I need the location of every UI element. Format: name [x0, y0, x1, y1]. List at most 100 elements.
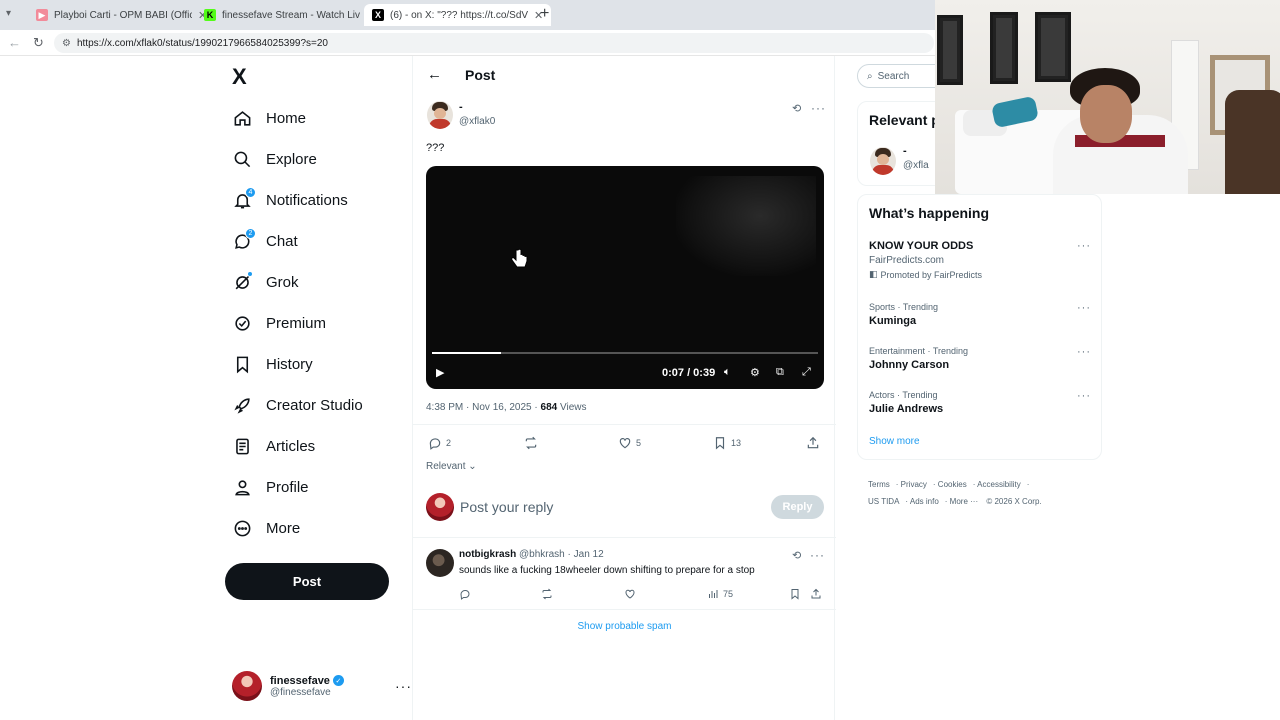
trend-more-icon[interactable]: ···: [1077, 346, 1091, 358]
footer-link[interactable]: More ···: [950, 497, 978, 506]
sidebar-item-profile[interactable]: Profile: [232, 472, 309, 502]
post-header: ← Post: [413, 56, 836, 96]
sidebar-item-chat[interactable]: 2 Chat: [232, 226, 298, 256]
fullscreen-icon[interactable]: ⤢: [802, 366, 811, 379]
sidebar-item-label: Chat: [266, 232, 298, 250]
grok-explain-icon[interactable]: ⟲: [792, 102, 801, 115]
reply-composer: Post your reply Reply: [426, 493, 824, 523]
browser-tab-3[interactable]: X (6) - on X: "??? https://t.co/SdVEx ✕: [364, 4, 552, 26]
sidebar-item-premium[interactable]: Premium: [232, 308, 326, 338]
tab-list-chevron-icon[interactable]: ▾: [6, 8, 11, 19]
footer-link[interactable]: Accessibility: [977, 480, 1021, 489]
comment-share-button[interactable]: [810, 588, 822, 600]
trend-item[interactable]: Entertainment · Trending Johnny Carson ·…: [869, 346, 1091, 371]
account-switcher[interactable]: finessefave ✓ @finessefave ···: [232, 670, 411, 702]
sidebar-item-history[interactable]: History: [232, 349, 313, 379]
url-field[interactable]: ⚙ https://x.com/xflak0/status/1990217966…: [54, 33, 934, 53]
youtube-favicon-icon: ▶: [36, 9, 48, 21]
sidebar-item-grok[interactable]: Grok: [232, 267, 299, 297]
divider: [413, 537, 836, 538]
show-more-link[interactable]: Show more: [869, 436, 920, 447]
share-button[interactable]: [806, 436, 820, 450]
picture-in-picture-icon[interactable]: ⧉: [776, 366, 784, 379]
reply-input[interactable]: Post your reply: [460, 499, 553, 515]
volume-icon[interactable]: 🔈︎: [724, 366, 731, 379]
author-avatar[interactable]: [427, 101, 453, 129]
trend-more-icon[interactable]: ···: [1077, 390, 1091, 402]
video-frame: [676, 176, 816, 276]
post-author: - @xflak0 ⟲ ···: [427, 101, 826, 131]
promoted-label: ◧ Promoted by FairPredicts: [869, 269, 1091, 280]
account-more-icon[interactable]: ···: [395, 678, 412, 694]
sidebar-item-explore[interactable]: Explore: [232, 144, 317, 174]
footer-link[interactable]: US TIDA: [868, 497, 899, 506]
video-progress-bar[interactable]: [432, 352, 818, 354]
tab-title: finessefave Stream - Watch Live on: [222, 9, 360, 21]
trend-more-icon[interactable]: ···: [1077, 302, 1091, 314]
reload-icon[interactable]: ↻: [33, 35, 44, 51]
sidebar-item-creator-studio[interactable]: Creator Studio: [232, 390, 363, 420]
sidebar-item-articles[interactable]: Articles: [232, 431, 315, 461]
new-tab-button[interactable]: +: [540, 5, 549, 23]
trend-item[interactable]: Actors · Trending Julie Andrews ···: [869, 390, 1091, 415]
list-item[interactable]: notbigkrash @bhkrash · Jan 12 ⟲ ··· soun…: [426, 548, 825, 609]
reply-sort-dropdown[interactable]: Relevant ⌄: [426, 461, 477, 472]
trend-title: Johnny Carson: [869, 359, 950, 371]
sidebar-item-more[interactable]: More: [232, 513, 300, 543]
like-button[interactable]: 5: [618, 436, 641, 450]
trend-item[interactable]: KNOW YOUR ODDS FairPredicts.com ◧ Promote…: [869, 240, 1091, 280]
sidebar-item-home[interactable]: Home: [232, 103, 306, 133]
commenter-name[interactable]: notbigkrash: [459, 549, 516, 560]
webcam-chair: [1225, 90, 1280, 194]
footer-link[interactable]: Privacy: [901, 480, 927, 489]
x-logo-icon[interactable]: X: [232, 64, 247, 90]
copyright: © 2026 X Corp.: [986, 497, 1042, 506]
bookmark-button[interactable]: 13: [713, 436, 741, 450]
comment-bookmark-button[interactable]: [789, 588, 801, 600]
reply-icon: [429, 438, 441, 450]
sidebar-item-notifications[interactable]: 4 Notifications: [232, 185, 348, 215]
post-meta: 4:38 PM · Nov 16, 2025 · 684 Views: [426, 402, 586, 413]
repost-button[interactable]: [524, 436, 542, 450]
comment-reply-button[interactable]: [459, 588, 471, 600]
footer-link[interactable]: Ads info: [910, 497, 939, 506]
browser-tab-1[interactable]: ▶ Playboi Carti - OPM BABI (Official ✕: [28, 4, 215, 26]
footer-link[interactable]: Terms: [868, 480, 890, 489]
commenter-avatar[interactable]: [426, 549, 454, 577]
site-info-icon[interactable]: ⚙: [62, 38, 71, 49]
relevant-user-avatar[interactable]: [870, 147, 896, 175]
back-icon[interactable]: ←: [8, 35, 21, 50]
show-probable-spam-link[interactable]: Show probable spam: [413, 621, 836, 632]
author-name[interactable]: -: [459, 101, 463, 113]
back-arrow-icon[interactable]: ←: [427, 66, 442, 83]
trend-category: Entertainment · Trending: [869, 346, 969, 356]
sidebar-item-label: Home: [266, 109, 307, 127]
post-text: ???: [426, 142, 445, 154]
author-handle[interactable]: @xflak0: [459, 116, 495, 127]
comment-views-button[interactable]: 75: [707, 588, 733, 600]
comment-more-icon[interactable]: ···: [810, 548, 825, 562]
browser-tab-2[interactable]: K finessefave Stream - Watch Live on ✕: [196, 4, 383, 26]
video-progress-fill: [432, 352, 502, 354]
comment-text: sounds like a fucking 18wheeler down shi…: [459, 565, 755, 576]
video-player[interactable]: ▶ 0:07 / 0:39 🔈︎ ⚙ ⧉ ⤢: [426, 166, 824, 389]
comment-like-button[interactable]: [624, 588, 636, 600]
avatar: [426, 493, 454, 521]
comment-repost-button[interactable]: [541, 588, 553, 600]
post-more-icon[interactable]: ···: [811, 101, 826, 115]
post-button[interactable]: Post: [225, 563, 389, 600]
settings-gear-icon[interactable]: ⚙: [750, 366, 760, 379]
post-actions: 2 5 13: [426, 436, 824, 454]
grok-explain-icon[interactable]: ⟲: [792, 549, 801, 562]
trend-item[interactable]: Sports · Trending Kuminga ···: [869, 302, 1091, 327]
reply-button[interactable]: 2: [428, 436, 451, 450]
post-timestamp[interactable]: 4:38 PM · Nov 16, 2025 ·: [426, 402, 541, 413]
relevant-user-name[interactable]: -: [903, 145, 907, 157]
comment-view-count: 75: [723, 589, 734, 599]
reply-submit-button[interactable]: Reply: [771, 495, 824, 519]
footer-link[interactable]: Cookies: [938, 480, 967, 489]
promoted-icon: ◧: [869, 269, 878, 279]
play-icon[interactable]: ▶: [436, 366, 444, 379]
relevant-user-handle[interactable]: @xfla: [903, 160, 929, 171]
trend-more-icon[interactable]: ···: [1077, 240, 1091, 252]
